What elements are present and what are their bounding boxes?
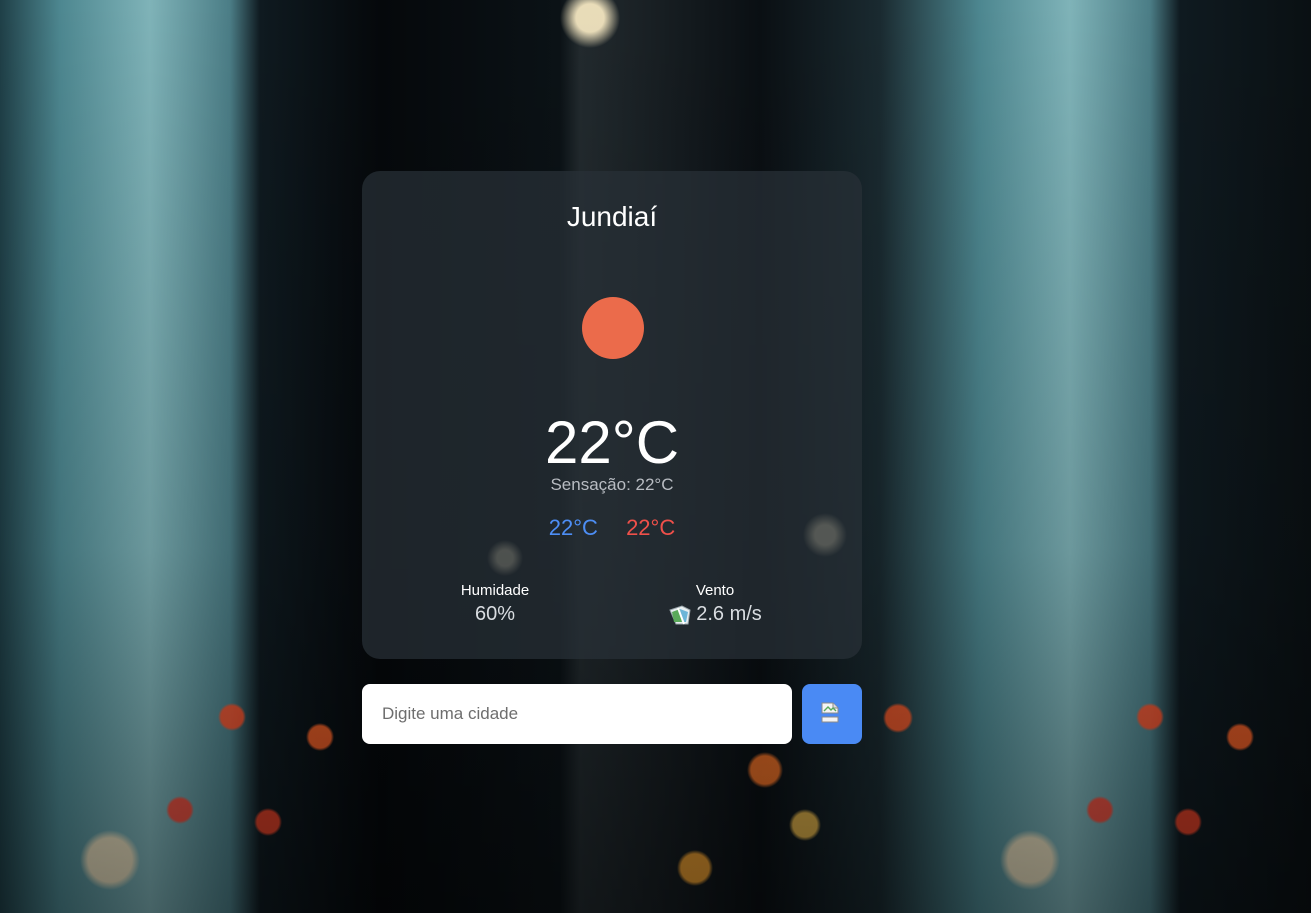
wind-value: 2.6 m/s <box>668 603 762 626</box>
broken-image-icon <box>668 604 692 626</box>
min-temperature: 22°C <box>548 515 598 540</box>
weather-card: Jundiaí 22°C Sensação: 22°C 22°C 22°C Hu… <box>362 171 862 659</box>
humidity-value: 60% <box>475 603 515 626</box>
min-max-temperature: 22°C 22°C <box>362 515 862 541</box>
weather-icon-container <box>582 297 644 359</box>
feels-like: Sensação: 22°C <box>550 475 674 494</box>
humidity-value-text: 60% <box>474 603 516 625</box>
max-temperature: 22°C <box>626 515 676 540</box>
sun-icon <box>582 297 644 359</box>
search-input[interactable] <box>362 684 792 744</box>
current-temperature: 22°C <box>544 409 680 476</box>
wind-label: Vento <box>695 582 735 599</box>
wind-value-text: 2.6 m/s <box>696 603 762 625</box>
humidity-stat: Humidade 60% <box>395 582 595 626</box>
broken-image-icon <box>820 701 840 723</box>
city-name: Jundiaí <box>566 201 658 232</box>
humidity-label: Humidade <box>460 582 530 599</box>
wind-stat: Vento 2.6 m/s <box>615 582 815 631</box>
search-button[interactable] <box>802 684 862 744</box>
